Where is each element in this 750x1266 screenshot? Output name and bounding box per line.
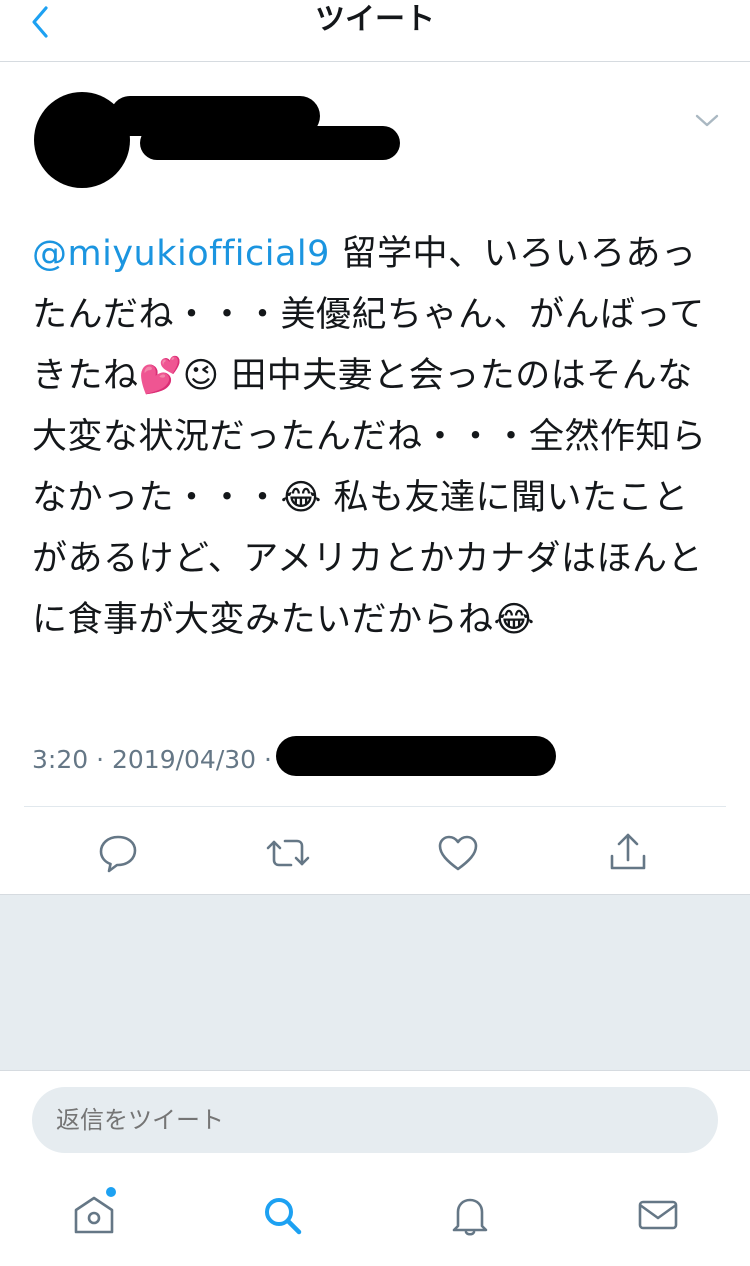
reply-icon[interactable] <box>93 828 143 878</box>
redacted-client <box>276 736 556 776</box>
empty-replies-area <box>0 894 750 1070</box>
redacted-username <box>140 126 400 160</box>
tweet-text: @miyukiofficial9 留学中、いろいろあったんだね・・・美優紀ちゃん… <box>32 224 722 651</box>
bottom-tab-bar <box>0 1170 750 1266</box>
tweet-author[interactable] <box>30 86 410 188</box>
mention-link[interactable]: @miyukiofficial9 <box>32 234 330 274</box>
search-icon[interactable] <box>259 1190 307 1240</box>
envelope-icon[interactable] <box>634 1190 682 1240</box>
reply-input[interactable] <box>32 1087 718 1153</box>
reply-bar <box>0 1070 750 1170</box>
home-icon[interactable] <box>70 1190 118 1240</box>
tweet-detail-screen: ツイート @miyukiofficial9 留学中、いろいろあったんだね・・・美… <box>0 0 750 1266</box>
chevron-down-icon[interactable] <box>690 106 724 134</box>
tweet-actions <box>0 822 750 884</box>
page-title: ツイート <box>315 2 435 37</box>
new-tweets-dot <box>106 1187 116 1197</box>
tweet-timestamp: 3:20 · 2019/04/30 · <box>32 745 272 774</box>
share-icon[interactable] <box>603 828 653 878</box>
divider <box>24 806 726 807</box>
retweet-icon[interactable] <box>263 828 313 878</box>
heart-icon[interactable] <box>433 828 483 878</box>
tweet-content: 留学中、いろいろあったんだね・・・美優紀ちゃん、がんばってきたね💕😉 田中夫妻と… <box>32 234 707 640</box>
nav-header: ツイート <box>0 0 750 62</box>
bell-icon[interactable] <box>446 1190 494 1240</box>
